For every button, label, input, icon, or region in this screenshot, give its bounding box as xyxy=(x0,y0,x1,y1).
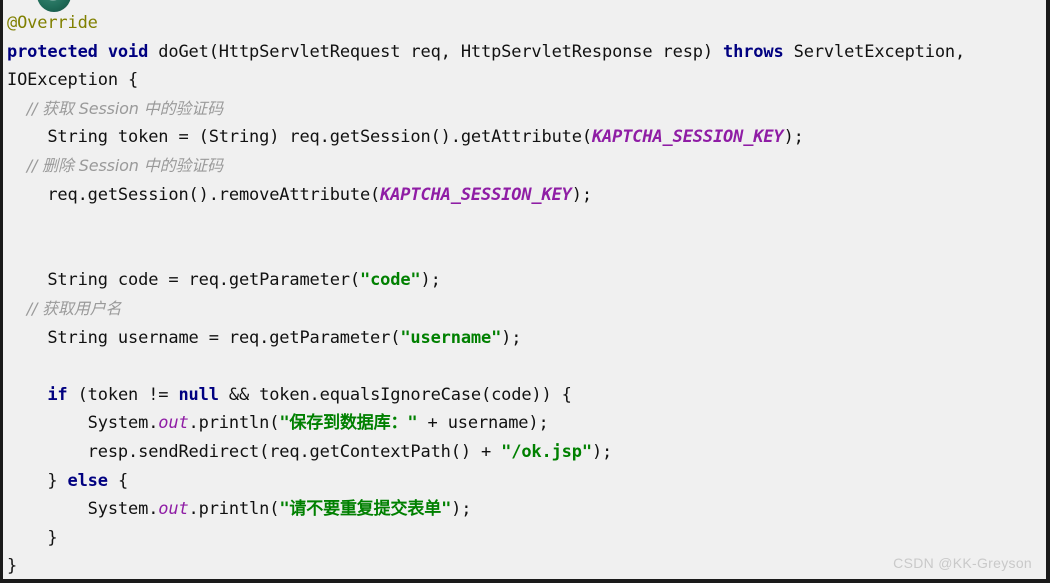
code-line: resp.sendRedirect(req.getContextPath() +… xyxy=(7,438,1046,467)
code-token-pln: System. xyxy=(7,499,159,520)
code-token-pln: ); xyxy=(783,127,804,148)
code-token-pln: + username); xyxy=(417,413,549,434)
watermark-label: CSDN @KK-Greyson xyxy=(893,555,1032,571)
code-token-pln: .println( xyxy=(188,413,280,434)
code-line: } xyxy=(7,524,1046,553)
code-line: } xyxy=(7,552,1046,579)
code-line: // 获取 Session 中的验证码 xyxy=(7,95,1046,124)
code-token-str: "保存到数据库：" xyxy=(279,413,418,434)
code-token-str: "/ok.jsp" xyxy=(501,441,592,462)
code-token-cmt: // 删除 Session 中的验证码 xyxy=(7,155,223,175)
code-line: String code = req.getParameter("code"); xyxy=(7,266,1046,295)
code-token-pln: } xyxy=(7,470,68,491)
code-token-stat: out xyxy=(158,499,189,520)
code-line: System.out.println("请不要重复提交表单"); xyxy=(7,495,1046,524)
code-token-cons: KAPTCHA_SESSION_KEY xyxy=(591,127,784,148)
code-token-pln: && token.equalsIgnoreCase(code)) { xyxy=(218,384,572,405)
code-token-pln: ServletException, xyxy=(783,41,966,62)
code-token-cjk: 请不要重复提交表单 xyxy=(289,499,442,520)
code-token-pln: IOException { xyxy=(7,70,139,91)
code-token-stat: out xyxy=(158,413,189,434)
code-token-pln: req.getSession().removeAttribute( xyxy=(7,184,381,205)
code-token-pln: doGet(HttpServletRequest req, HttpServle… xyxy=(148,41,724,62)
code-line: // 获取用户名 xyxy=(7,295,1046,324)
code-token-pln: } xyxy=(7,527,58,548)
code-line: String username = req.getParameter("user… xyxy=(7,324,1046,353)
code-token-str: "请不要重复提交表单" xyxy=(279,499,452,520)
code-line: } else { xyxy=(7,467,1046,496)
code-token-pln: ); xyxy=(591,441,613,462)
code-token-str: "code" xyxy=(359,270,421,291)
code-token-pln: String username = req.getParameter( xyxy=(7,327,401,348)
code-token-pln: .println( xyxy=(188,499,280,520)
code-token-str: "username" xyxy=(400,327,502,348)
code-token-ann: @Override xyxy=(7,13,98,33)
code-token-pln: { xyxy=(107,470,129,491)
code-token-kw: protected void xyxy=(7,41,149,62)
code-token-pln: ); xyxy=(420,270,441,291)
code-line: // 删除 Session 中的验证码 xyxy=(7,152,1046,181)
code-listing[interactable]: @Override protected void doGet(HttpServle… xyxy=(3,0,1046,579)
code-token-pln: ); xyxy=(451,499,472,520)
code-token-kw: if xyxy=(7,384,68,405)
code-line: IOException { xyxy=(7,66,1046,95)
code-token-cons: KAPTCHA_SESSION_KEY xyxy=(380,184,572,205)
code-token-cjk: 保存到数据库： xyxy=(289,413,408,434)
code-block-container: @Override protected void doGet(HttpServle… xyxy=(0,0,1050,583)
code-line: @Override xyxy=(7,9,1046,38)
code-token-pln: ); xyxy=(501,327,522,348)
code-line: String token = (String) req.getSession()… xyxy=(7,123,1046,152)
code-token-pln: String code = req.getParameter( xyxy=(7,270,360,291)
code-token-pln: resp.sendRedirect(req.getContextPath() + xyxy=(7,441,502,462)
code-token-kw: null xyxy=(178,384,219,405)
code-line: req.getSession().removeAttribute(KAPTCHA… xyxy=(7,181,1046,210)
code-token-pln: } xyxy=(7,556,18,577)
code-token-cmt: // 获取 Session 中的验证码 xyxy=(7,98,223,118)
code-line: if (token != null && token.equalsIgnoreC… xyxy=(7,381,1046,410)
code-token-pln: String token = (String) req.getSession()… xyxy=(7,127,592,148)
code-token-kw: throws xyxy=(723,41,784,62)
code-token-kw: else xyxy=(67,470,108,491)
code-line: System.out.println("保存到数据库：" + username)… xyxy=(7,409,1046,438)
code-token-pln: System. xyxy=(7,413,159,434)
code-token-pln: ); xyxy=(571,184,592,205)
code-token-pln: (token != xyxy=(67,384,179,405)
code-line: protected void doGet(HttpServletRequest … xyxy=(7,38,1046,67)
code-token-cmt: // 获取用户名 xyxy=(7,298,122,318)
